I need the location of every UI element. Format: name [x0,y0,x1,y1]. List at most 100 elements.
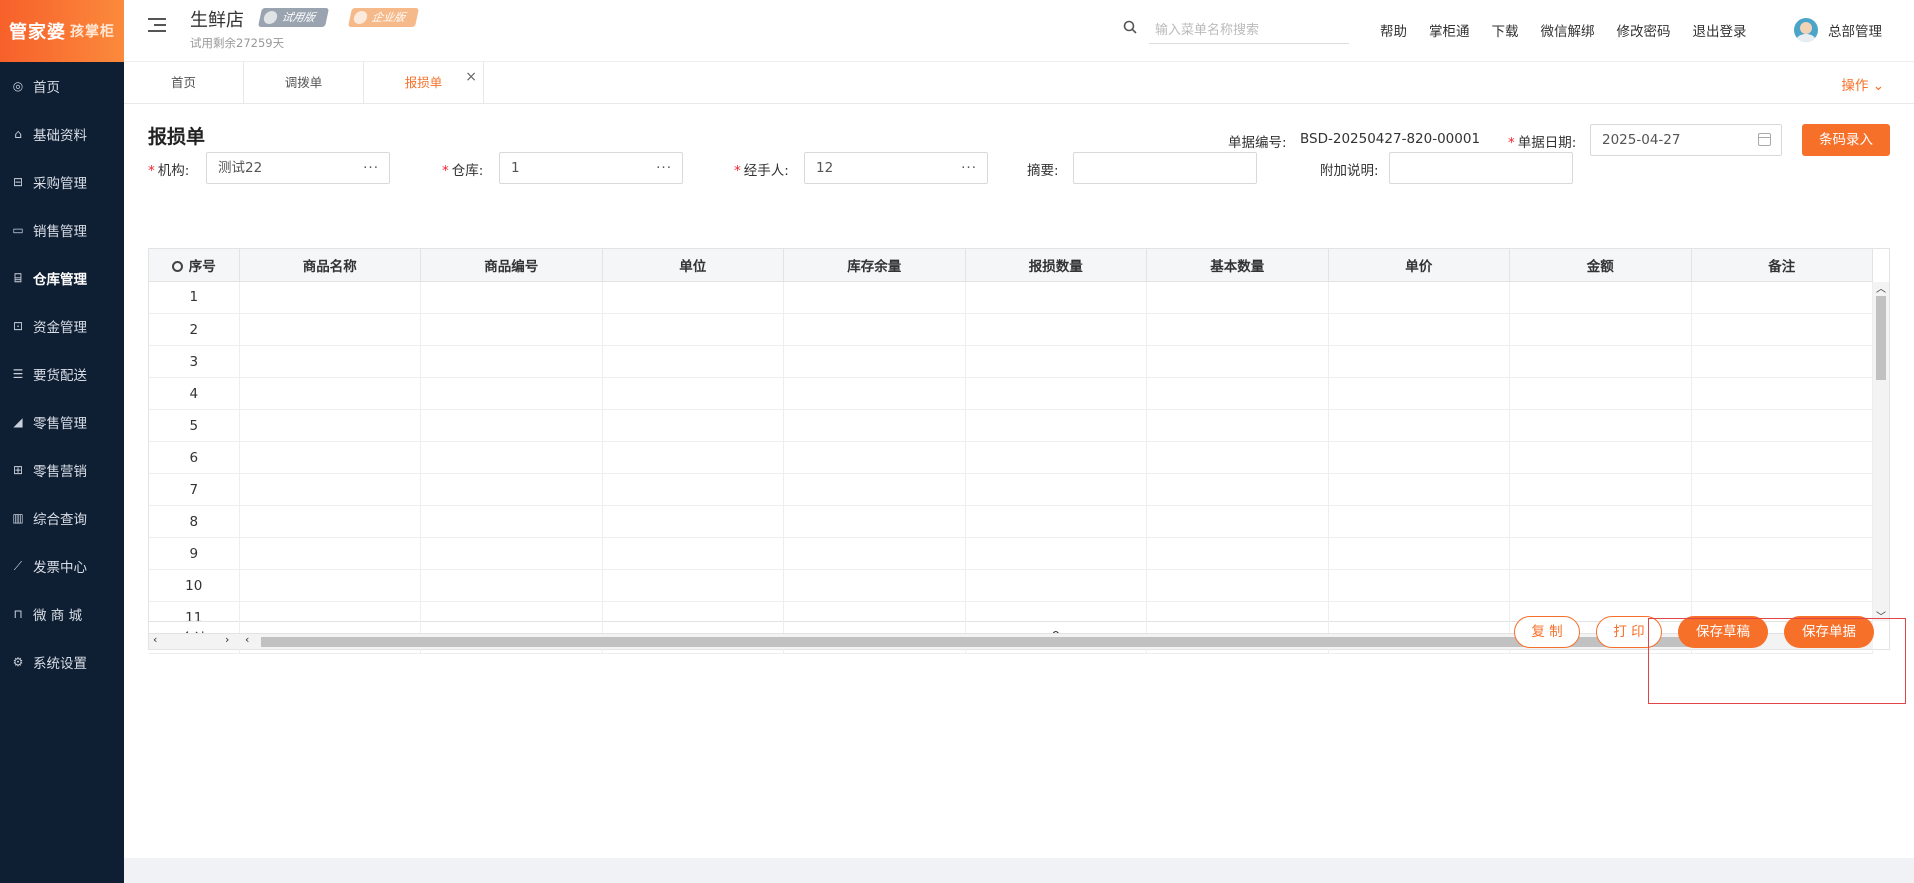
table-cell[interactable] [965,313,1147,346]
close-icon[interactable]: × [465,56,477,98]
sidebar-item-purchase[interactable]: ⊟ 采购管理 [0,158,124,206]
settings-icon[interactable] [171,260,183,272]
table-cell[interactable] [783,569,966,602]
table-cell[interactable] [1328,345,1510,378]
table-cell[interactable] [1146,505,1329,538]
table-cell[interactable] [1146,377,1329,410]
table-cell[interactable] [1509,313,1692,346]
table-cell[interactable] [1509,473,1692,506]
table-cell[interactable] [1328,505,1510,538]
chevron-right-icon[interactable]: › [225,633,229,646]
sidebar-item-sales[interactable]: ▭ 销售管理 [0,206,124,254]
table-cell[interactable] [1146,473,1329,506]
table-row[interactable]: 4 [149,377,1873,410]
table-cell[interactable] [1509,281,1692,314]
sidebar-item-delivery[interactable]: ☰ 要货配送 [0,350,124,398]
table-cell[interactable] [239,345,421,378]
table-cell[interactable] [420,313,603,346]
table-cell[interactable] [1691,473,1873,506]
table-cell[interactable] [602,345,784,378]
sidebar-item-mall[interactable]: ⊓ 微 商 城 [0,590,124,638]
table-cell[interactable] [1509,409,1692,442]
table-cell[interactable] [965,473,1147,506]
table-row[interactable]: 8 [149,505,1873,538]
table-cell[interactable] [1328,441,1510,474]
menu-toggle-icon[interactable] [148,18,166,36]
table-cell[interactable] [239,377,421,410]
table-cell[interactable] [965,281,1147,314]
table-cell[interactable] [1691,313,1873,346]
table-cell[interactable] [420,473,603,506]
table-cell[interactable] [239,409,421,442]
table-row[interactable]: 7 [149,473,1873,506]
tab-damage-report[interactable]: 报损单 × [364,62,484,104]
warehouse-select[interactable]: 1 ··· [499,152,683,184]
table-cell[interactable] [965,505,1147,538]
table-cell[interactable] [783,345,966,378]
change-password-link[interactable]: 修改密码 [1617,20,1671,40]
table-cell[interactable] [420,409,603,442]
table-cell[interactable] [1509,537,1692,570]
date-picker[interactable]: 2025-04-27 [1590,124,1782,156]
table-cell[interactable] [1146,569,1329,602]
table-cell[interactable] [1691,377,1873,410]
table-cell[interactable] [602,569,784,602]
table-cell[interactable] [965,377,1147,410]
table-cell[interactable] [420,505,603,538]
table-cell[interactable] [602,601,784,621]
tab-transfer[interactable]: 调拨单 [244,62,364,104]
table-cell[interactable] [783,377,966,410]
table-cell[interactable] [1146,345,1329,378]
table-cell[interactable] [1146,313,1329,346]
table-cell[interactable] [1509,569,1692,602]
table-cell[interactable] [1509,345,1692,378]
barcode-entry-button[interactable]: 条码录入 [1802,124,1890,156]
table-cell[interactable] [1509,505,1692,538]
table-cell[interactable] [1691,505,1873,538]
table-cell[interactable] [239,537,421,570]
table-cell[interactable] [239,505,421,538]
sidebar-item-query[interactable]: ▥ 综合查询 [0,494,124,542]
table-cell[interactable] [1691,441,1873,474]
sidebar-item-funds[interactable]: ⊡ 资金管理 [0,302,124,350]
table-cell[interactable] [420,345,603,378]
table-cell[interactable] [965,569,1147,602]
vertical-scrollbar[interactable]: ︿ ﹀ [1873,280,1889,623]
table-cell[interactable] [420,441,603,474]
summary-input[interactable] [1073,152,1257,184]
table-cell[interactable] [783,537,966,570]
table-cell[interactable] [420,537,603,570]
table-cell[interactable] [602,281,784,314]
note-input[interactable] [1389,152,1573,184]
handler-select[interactable]: 12 ··· [804,152,988,184]
sidebar-item-retail[interactable]: ◢ 零售管理 [0,398,124,446]
download-link[interactable]: 下载 [1492,20,1519,40]
table-row[interactable]: 6 [149,441,1873,474]
table-cell[interactable] [1146,537,1329,570]
table-cell[interactable] [420,569,603,602]
table-cell[interactable] [1691,345,1873,378]
wechat-unbind-link[interactable]: 微信解绑 [1541,20,1595,40]
table-cell[interactable] [783,313,966,346]
menu-search-input[interactable] [1149,17,1349,44]
save-document-button[interactable]: 保存单据 [1784,616,1874,648]
table-row[interactable]: 2 [149,313,1873,346]
chevron-up-icon[interactable]: ︿ [1876,280,1886,295]
table-cell[interactable] [602,313,784,346]
table-row[interactable]: 3 [149,345,1873,378]
print-button[interactable]: 打 印 [1596,616,1662,648]
table-cell[interactable] [420,601,603,621]
table-cell[interactable] [602,473,784,506]
table-cell[interactable] [1328,313,1510,346]
chevron-left-icon[interactable]: ‹ [153,633,157,646]
chevron-down-icon[interactable]: ﹀ [1876,608,1886,623]
table-cell[interactable] [239,281,421,314]
table-row[interactable]: 1 [149,281,1873,314]
table-cell[interactable] [783,281,966,314]
table-cell[interactable] [1328,569,1510,602]
table-cell[interactable] [1328,537,1510,570]
table-row[interactable]: 10 [149,569,1873,602]
table-row[interactable]: 5 [149,409,1873,442]
table-cell[interactable] [239,441,421,474]
table-cell[interactable] [420,281,603,314]
